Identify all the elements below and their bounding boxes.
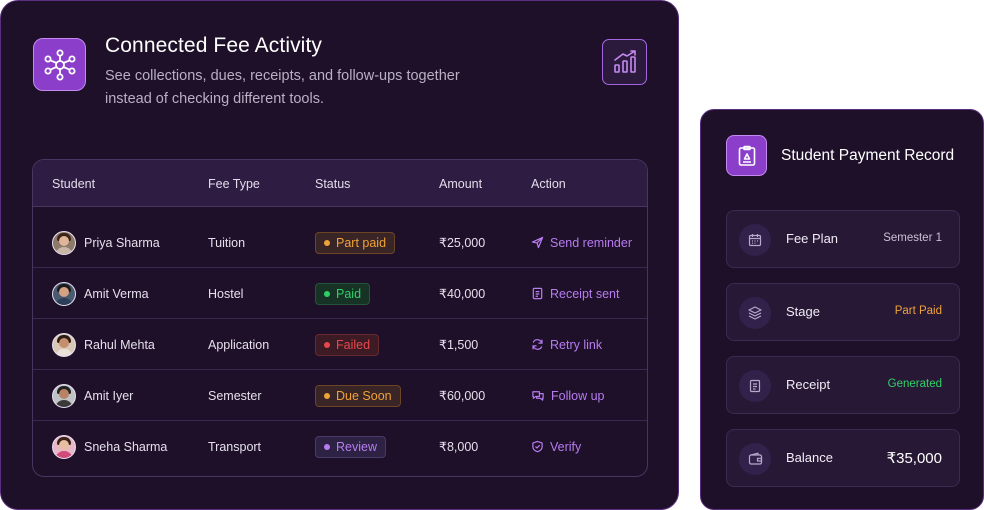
fee-type-cell: Semester — [208, 388, 262, 403]
page-title: Connected Fee Activity — [105, 34, 322, 57]
status-badge: Due Soon — [315, 384, 401, 407]
shield-check-icon — [532, 440, 543, 453]
status-badge: Paid — [315, 282, 371, 305]
balance-label: Balance — [786, 450, 833, 465]
fee-plan-row[interactable]: Fee Plan Semester 1 — [726, 210, 960, 268]
student-cell: Sneha Sharma — [52, 421, 167, 472]
status-cell: Failed — [315, 319, 380, 370]
avatar — [52, 230, 76, 255]
column-header-amount: Amount — [439, 177, 483, 191]
stage-value: Part Paid — [894, 305, 942, 317]
status-badge: Part paid — [315, 231, 396, 254]
chat-icon — [532, 391, 544, 401]
amount-cell: ₹60,000 — [439, 389, 486, 403]
clipboard-icon — [726, 135, 767, 176]
fee-activity-card: Connected Fee Activity See collections, … — [0, 0, 679, 510]
amount-cell: ₹40,000 — [439, 287, 486, 301]
refresh-icon — [532, 339, 543, 350]
receipt-value: Generated — [887, 378, 942, 390]
payment-record-card: Student Payment Record Fee Plan Semester… — [700, 109, 984, 510]
status-badge: Failed — [315, 333, 380, 356]
student-cell: Amit Verma — [52, 268, 149, 319]
amount-cell: ₹25,000 — [439, 236, 486, 250]
network-icon — [33, 38, 86, 91]
fee-table: Student Fee Type Status Amount Action Pr… — [32, 159, 648, 477]
status-cell: Review — [315, 421, 386, 472]
table-row[interactable]: Priya Sharma Tuition Part paid ₹25,000 S… — [33, 217, 647, 268]
student-name: Amit Iyer — [84, 388, 134, 403]
fee-plan-value: Semester 1 — [883, 232, 942, 244]
avatar — [52, 383, 76, 408]
status-cell: Paid — [315, 268, 371, 319]
table-row[interactable]: Amit Verma Hostel Paid ₹40,000 Receipt s… — [33, 268, 647, 319]
retry-link-action[interactable]: Retry link — [531, 319, 602, 370]
avatar — [52, 434, 76, 459]
avatar — [52, 281, 76, 306]
student-name: Amit Verma — [84, 286, 149, 301]
column-header-action: Action — [531, 177, 566, 191]
student-name: Sneha Sharma — [84, 439, 168, 454]
column-header-status: Status — [315, 177, 351, 191]
status-cell: Part paid — [315, 217, 396, 268]
stage-label: Stage — [786, 304, 820, 319]
column-header-fee-type: Fee Type — [208, 177, 260, 191]
status-cell: Due Soon — [315, 370, 401, 421]
amount-cell: ₹8,000 — [439, 440, 479, 454]
send-reminder-action[interactable]: Send reminder — [531, 217, 632, 268]
column-header-student: Student — [52, 177, 96, 191]
receipt-sent-action[interactable]: Receipt sent — [531, 268, 619, 319]
receipt-label: Receipt — [786, 377, 831, 392]
student-name: Priya Sharma — [84, 235, 160, 250]
fee-type-cell: Tuition — [208, 235, 246, 250]
table-row[interactable]: Rahul Mehta Application Failed ₹1,500 Re… — [33, 319, 647, 370]
fee-type-cell: Transport — [208, 439, 262, 454]
fee-plan-label: Fee Plan — [786, 231, 839, 246]
receipt-icon — [532, 287, 543, 300]
balance-row[interactable]: Balance ₹35,000 — [726, 429, 960, 487]
table-row[interactable]: Amit Iyer Semester Due Soon ₹60,000 Foll… — [33, 370, 647, 421]
follow-up-action[interactable]: Follow up — [531, 370, 605, 421]
send-icon — [531, 236, 544, 249]
page-subtitle: See collections, dues, receipts, and fol… — [105, 68, 460, 107]
wallet-icon — [739, 443, 771, 475]
student-name: Rahul Mehta — [84, 337, 155, 352]
layers-icon — [739, 297, 771, 329]
amount-cell: ₹1,500 — [439, 338, 479, 352]
verify-action[interactable]: Verify — [531, 421, 581, 472]
avatar — [52, 332, 76, 357]
stage-row[interactable]: Stage Part Paid — [726, 283, 960, 341]
receipt-icon — [739, 370, 771, 402]
fee-type-cell: Application — [208, 337, 270, 352]
student-cell: Rahul Mehta — [52, 319, 155, 370]
receipt-row[interactable]: Receipt Generated — [726, 356, 960, 414]
status-badge: Review — [315, 435, 386, 458]
student-cell: Amit Iyer — [52, 370, 133, 421]
calendar-icon — [739, 224, 771, 256]
student-cell: Priya Sharma — [52, 217, 160, 268]
table-row[interactable]: Sneha Sharma Transport Review ₹8,000 Ver… — [33, 421, 647, 472]
balance-value: ₹35,000 — [886, 450, 942, 467]
chart-icon[interactable] — [602, 39, 647, 85]
record-title: Student Payment Record — [781, 147, 955, 164]
table-header: Student Fee Type Status Amount Action — [33, 160, 647, 207]
fee-type-cell: Hostel — [208, 286, 244, 301]
